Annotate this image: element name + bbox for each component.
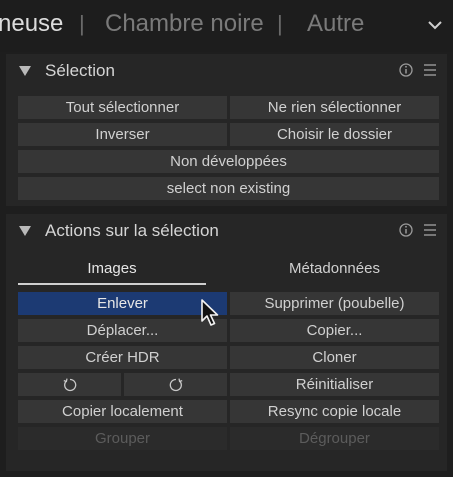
select-untouched-button[interactable]: Non développées xyxy=(18,150,439,173)
tab-other[interactable]: Autre xyxy=(307,10,364,38)
tab-images[interactable]: Images xyxy=(18,254,206,284)
remove-button[interactable]: Enlever xyxy=(18,292,227,315)
rotate-counterclockwise-icon xyxy=(63,378,76,392)
rotate-cw-button[interactable] xyxy=(124,373,227,396)
rotate-clockwise-icon xyxy=(169,378,182,392)
reset-button[interactable]: Réinitialiser xyxy=(230,373,439,396)
invert-selection-button[interactable]: Inverser xyxy=(18,123,227,146)
resync-local-copy-button[interactable]: Resync copie locale xyxy=(230,400,439,423)
tab-metadata[interactable]: Métadonnées xyxy=(230,254,439,284)
info-icon[interactable] xyxy=(399,63,413,77)
tab-darkroom[interactable]: Chambre noire xyxy=(105,10,264,38)
selection-module-header[interactable]: Sélection xyxy=(6,54,447,88)
module-title: Sélection xyxy=(45,61,115,80)
select-film-roll-button[interactable]: Choisir le dossier xyxy=(230,123,439,146)
select-non-existing-button[interactable]: select non existing xyxy=(18,177,439,200)
hamburger-menu-icon[interactable] xyxy=(423,63,437,77)
hamburger-menu-icon[interactable] xyxy=(423,223,437,237)
tab-separator: | xyxy=(277,11,283,36)
ungroup-button[interactable]: Dégrouper xyxy=(230,427,439,450)
lighttable-right-panel: neuse | Chambre noire | Autre Sélection … xyxy=(0,0,453,477)
create-hdr-button[interactable]: Créer HDR xyxy=(18,346,227,369)
info-icon[interactable] xyxy=(399,223,413,237)
copy-button[interactable]: Copier... xyxy=(230,319,439,342)
move-button[interactable]: Déplacer... xyxy=(18,319,227,342)
chevron-down-icon[interactable] xyxy=(426,16,444,34)
copy-locally-button[interactable]: Copier localement xyxy=(18,400,227,423)
collapse-triangle-icon[interactable] xyxy=(19,66,31,76)
selection-module: Sélection Tout sélectionner Ne rien séle… xyxy=(6,54,447,206)
actions-module-header[interactable]: Actions sur la sélection xyxy=(6,214,447,248)
group-button[interactable]: Grouper xyxy=(18,427,227,450)
select-all-button[interactable]: Tout sélectionner xyxy=(18,96,227,119)
select-none-button[interactable]: Ne rien sélectionner xyxy=(230,96,439,119)
mouse-pointer-icon xyxy=(201,299,219,326)
tab-lighttable[interactable]: neuse xyxy=(0,10,63,38)
rotate-ccw-button[interactable] xyxy=(18,373,121,396)
module-title: Actions sur la sélection xyxy=(45,221,219,240)
selected-images-module: Actions sur la sélection Images Métadonn… xyxy=(6,214,447,471)
collapse-triangle-icon[interactable] xyxy=(19,226,31,236)
active-tab-indicator xyxy=(18,283,206,285)
delete-trash-button[interactable]: Supprimer (poubelle) xyxy=(230,292,439,315)
view-switcher-bar: neuse | Chambre noire | Autre xyxy=(0,0,453,52)
duplicate-button[interactable]: Cloner xyxy=(230,346,439,369)
tab-separator: | xyxy=(79,11,85,36)
